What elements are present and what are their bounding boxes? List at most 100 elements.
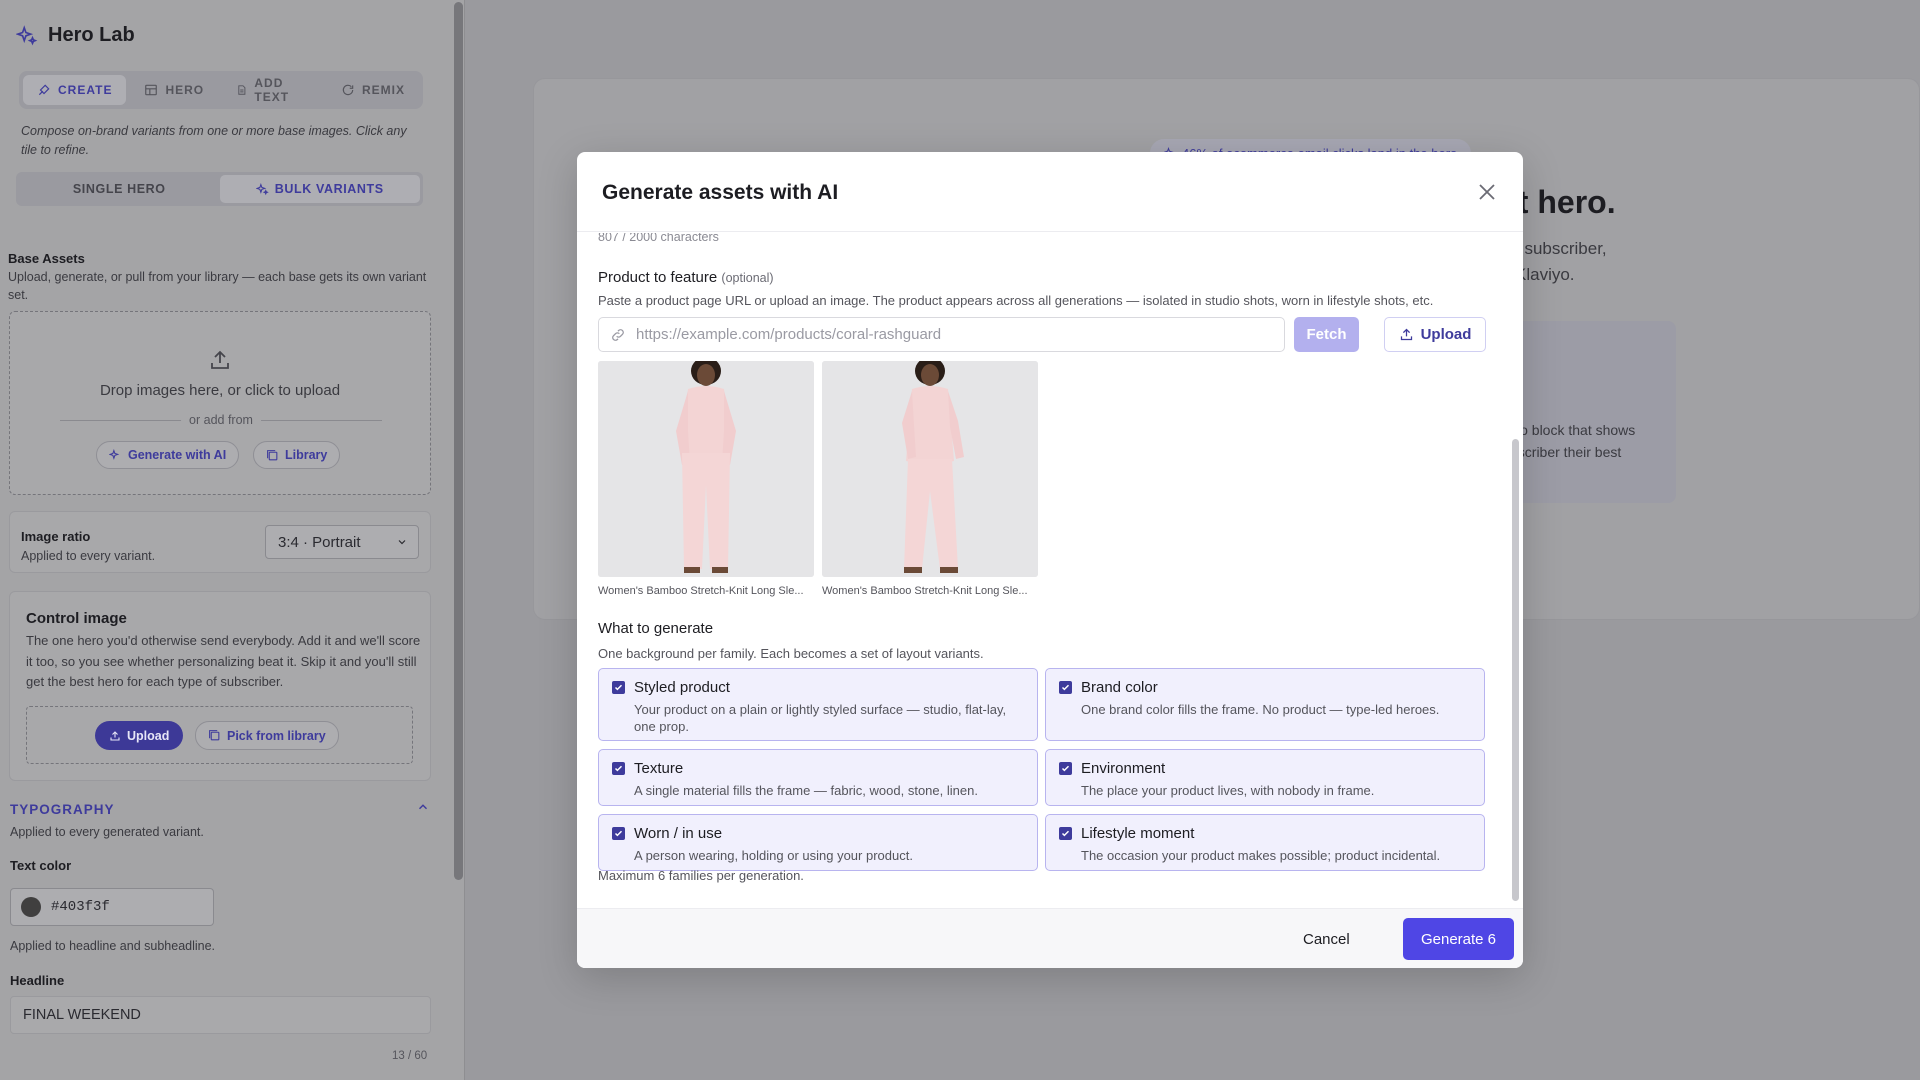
product-url-input[interactable]: https://example.com/products/coral-rashg…	[598, 317, 1285, 352]
family-option-environment[interactable]: Environment The place your product lives…	[1045, 749, 1485, 806]
pick-from-library-button[interactable]: Pick from library	[195, 721, 339, 750]
family-option-lifestyle-moment[interactable]: Lifestyle moment The occasion your produ…	[1045, 814, 1485, 871]
tab-label: HERO	[165, 83, 205, 97]
control-image-description: The one hero you'd otherwise send everyb…	[26, 633, 421, 689]
modal-title: Generate assets with AI	[602, 181, 839, 204]
check-icon	[1061, 830, 1070, 837]
fetch-button[interactable]: Fetch	[1294, 317, 1359, 352]
checkbox[interactable]	[612, 762, 625, 775]
library-button[interactable]: Library	[253, 441, 341, 469]
mode-label: SINGLE HERO	[72, 182, 166, 196]
pajama-model-image	[598, 361, 814, 577]
base-assets-title: Base Assets	[8, 251, 85, 266]
checkbox[interactable]	[1059, 762, 1072, 775]
family-option-brand-color[interactable]: Brand color One brand color fills the fr…	[1045, 668, 1485, 741]
sidebar: Hero Lab CREATE HERO ADD TEXT REMIX Comp…	[0, 0, 465, 1080]
button-label: Upload	[127, 728, 170, 743]
app-brand[interactable]: Hero Lab	[16, 24, 135, 47]
check-icon	[1061, 765, 1070, 772]
image-ratio-title: Image ratio	[21, 529, 91, 544]
checkbox[interactable]	[612, 827, 625, 840]
images-icon	[209, 730, 220, 741]
text-color-note: Applied to headline and subheadline.	[10, 939, 216, 953]
brush-icon	[38, 84, 50, 96]
refresh-icon	[342, 84, 354, 96]
product-upload-button[interactable]: Upload	[1384, 317, 1486, 352]
close-icon[interactable]	[1475, 180, 1499, 204]
modal-header: Generate assets with AI	[577, 152, 1523, 232]
mode-bulk-variants[interactable]: BULK VARIANTS	[219, 175, 420, 203]
button-label: Upload	[1420, 326, 1472, 343]
mode-toggle: SINGLE HERO BULK VARIANTS	[16, 172, 423, 206]
layout-icon	[145, 84, 158, 96]
generate-button[interactable]: Generate 6	[1403, 918, 1514, 960]
what-to-generate-title: What to generate	[598, 620, 714, 637]
tab-create[interactable]: CREATE	[23, 75, 127, 105]
subheadline-line: Klaviyo.	[1515, 265, 1575, 284]
product-thumbnail[interactable]	[822, 361, 1038, 577]
sparkle-icon	[255, 182, 269, 195]
color-swatch[interactable]	[21, 897, 41, 917]
info-line: bscriber their best	[1510, 444, 1622, 460]
images-icon	[267, 449, 278, 460]
modal-scrollbar-thumb[interactable]	[1512, 439, 1519, 901]
cancel-button[interactable]: Cancel	[1303, 925, 1350, 953]
generate-with-ai-button[interactable]: Generate with AI	[96, 441, 240, 469]
family-description: The occasion your product makes possible…	[1081, 848, 1441, 863]
image-ratio-select[interactable]: 3:4 · Portrait	[265, 525, 419, 559]
headline-input[interactable]: FINAL WEEKEND	[10, 996, 431, 1034]
product-thumbnail[interactable]	[598, 361, 814, 577]
optional-tag: (optional)	[721, 271, 774, 285]
family-option-styled-product[interactable]: Styled product Your product on a plain o…	[598, 668, 1038, 741]
input-value: FINAL WEEKEND	[23, 1007, 141, 1023]
generate-assets-modal: Generate assets with AI 807 / 2000 chara…	[577, 152, 1523, 968]
check-icon	[614, 830, 623, 837]
button-label: Generate 6	[1420, 930, 1497, 948]
family-description: A single material fills the frame — fabr…	[634, 783, 978, 798]
app-title: Hero Lab	[48, 24, 135, 46]
tab-hero[interactable]: HERO	[130, 75, 218, 105]
typography-subtitle: Applied to every generated variant.	[10, 825, 204, 839]
or-label: or add from	[181, 413, 261, 427]
family-description: One brand color fills the frame. No prod…	[1081, 702, 1440, 717]
check-icon	[614, 684, 623, 691]
button-label: Fetch	[1306, 326, 1347, 343]
button-label: Library	[285, 448, 328, 462]
upload-icon	[211, 350, 229, 369]
base-assets-dropzone[interactable]: Drop images here, or click to upload or …	[9, 311, 431, 495]
link-icon	[612, 328, 624, 341]
select-value: 3:4 · Portrait	[278, 533, 361, 551]
sidebar-scrollbar-thumb[interactable]	[454, 2, 463, 880]
headline-char-counter: 13 / 60	[392, 1050, 428, 1062]
upload-icon	[110, 730, 120, 741]
info-box-text: iyo block that shows bscriber their best	[1510, 419, 1670, 463]
tab-add-text[interactable]: ADD TEXT	[222, 75, 323, 105]
family-title: Lifestyle moment	[1081, 825, 1195, 842]
text-color-field[interactable]: #403f3f	[10, 888, 214, 926]
main-tabs: CREATE HERO ADD TEXT REMIX	[19, 71, 423, 109]
check-icon	[614, 765, 623, 772]
create-description: Compose on-brand variants from one or mo…	[21, 124, 407, 157]
chevron-up-icon[interactable]	[416, 800, 430, 814]
checkbox[interactable]	[1059, 827, 1072, 840]
button-label: Cancel	[1303, 930, 1350, 948]
tab-label: ADD TEXT	[254, 76, 290, 104]
family-option-texture[interactable]: Texture A single material fills the fram…	[598, 749, 1038, 806]
typography-section-title[interactable]: TYPOGRAPHY	[10, 802, 115, 817]
headline-label: Headline	[10, 973, 65, 988]
mode-single-hero[interactable]: SINGLE HERO	[19, 175, 220, 203]
control-upload-button[interactable]: Upload	[95, 721, 184, 750]
or-divider: or add from	[60, 413, 382, 427]
dropzone-text: Drop images here, or click to upload	[99, 382, 341, 399]
control-image-title: Control image	[26, 610, 127, 627]
label-text: Product to feature	[598, 269, 718, 286]
family-title: Styled product	[634, 679, 730, 696]
tab-remix[interactable]: REMIX	[327, 75, 419, 105]
check-icon	[1061, 684, 1070, 691]
family-option-worn-in-use[interactable]: Worn / in use A person wearing, holding …	[598, 814, 1038, 871]
checkbox[interactable]	[612, 681, 625, 694]
product-caption: Women's Bamboo Stretch-Knit Long Sle...	[822, 585, 1028, 597]
pajama-model-image	[822, 361, 1038, 577]
checkbox[interactable]	[1059, 681, 1072, 694]
button-label: Pick from library	[227, 728, 326, 743]
